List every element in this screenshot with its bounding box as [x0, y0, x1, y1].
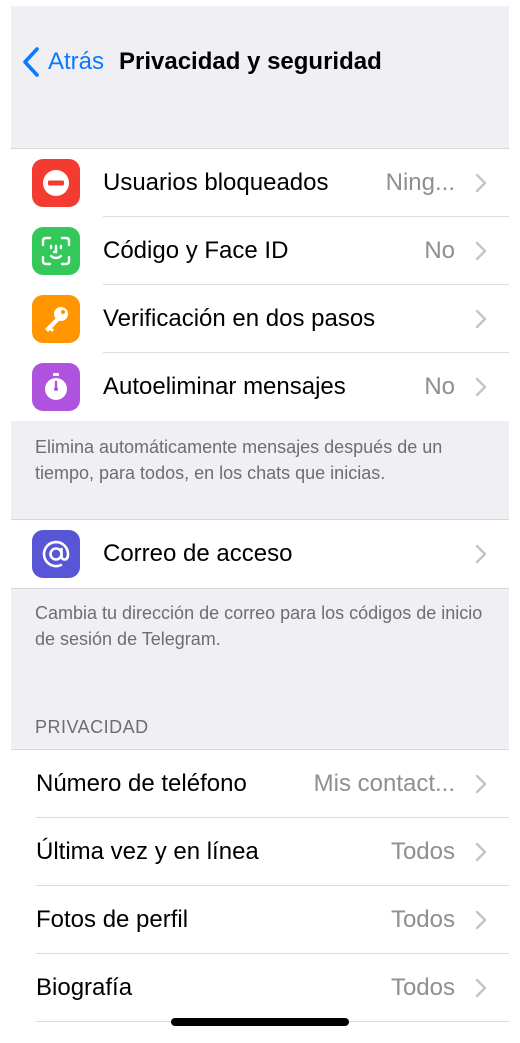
row-value: Todos [390, 838, 455, 865]
login-email-footnote: Cambia tu dirección de correo para los c… [35, 603, 483, 649]
row-value: Todos [390, 974, 455, 1001]
chevron-right-icon [475, 544, 487, 564]
row-auto-delete-messages[interactable]: Autoeliminar mensajes No [11, 353, 509, 421]
key-icon [32, 295, 80, 343]
row-bio[interactable]: Biografía Todos [11, 954, 509, 1022]
row-label: Correo de acceso [103, 540, 293, 567]
chevron-right-icon [475, 241, 487, 261]
chevron-right-icon [475, 978, 487, 998]
stopwatch-icon [32, 363, 80, 411]
page-title: Privacidad y seguridad [119, 48, 382, 75]
row-value: Mis contact... [313, 770, 455, 797]
row-label: Biografía [36, 974, 133, 1001]
row-value: Ning... [385, 169, 455, 196]
row-value: No [424, 373, 455, 400]
chevron-right-icon [475, 309, 487, 329]
row-blocked-users[interactable]: Usuarios bloqueados Ning... [11, 149, 509, 217]
screen: Atrás Privacidad y seguridad Usuarios bl… [11, 6, 509, 1043]
privacy-group: Número de teléfono Mis contact... Última… [11, 749, 509, 1043]
chevron-left-icon [23, 47, 39, 77]
row-passcode-face-id[interactable]: Código y Face ID No [11, 217, 509, 285]
row-login-email[interactable]: Correo de acceso [11, 520, 509, 588]
row-label: Verificación en dos pasos [103, 305, 376, 332]
row-label: Última vez y en línea [36, 838, 259, 865]
back-button[interactable]: Atrás [22, 44, 104, 80]
row-label: Fotos de perfil [36, 906, 189, 933]
login-email-group: Correo de acceso [11, 519, 509, 589]
row-two-step-verification[interactable]: Verificación en dos pasos [11, 285, 509, 353]
row-value: No [424, 237, 455, 264]
navigation-bar: Atrás Privacidad y seguridad [11, 6, 509, 148]
chevron-right-icon [475, 910, 487, 930]
back-label: Atrás [48, 48, 105, 75]
privacy-section-header: PRIVACIDAD [35, 717, 149, 737]
chevron-right-icon [475, 377, 487, 397]
row-label: Autoeliminar mensajes [103, 373, 346, 400]
auto-delete-footnote: Elimina automáticamente mensajes después… [35, 437, 443, 483]
blocked-icon [32, 159, 80, 207]
row-label: Usuarios bloqueados [103, 169, 329, 196]
row-value: Todos [390, 906, 455, 933]
chevron-right-icon [475, 842, 487, 862]
chevron-right-icon [475, 774, 487, 794]
row-phone-number[interactable]: Número de teléfono Mis contact... [11, 750, 509, 818]
security-group: Usuarios bloqueados Ning... Código y Fac… [11, 148, 509, 421]
home-indicator[interactable] [171, 1018, 349, 1026]
row-profile-photos[interactable]: Fotos de perfil Todos [11, 886, 509, 954]
at-icon [32, 530, 80, 578]
face-id-icon [32, 227, 80, 275]
row-last-seen-online[interactable]: Última vez y en línea Todos [11, 818, 509, 886]
row-label: Código y Face ID [103, 237, 289, 264]
row-label: Número de teléfono [36, 770, 247, 797]
chevron-right-icon [475, 173, 487, 193]
